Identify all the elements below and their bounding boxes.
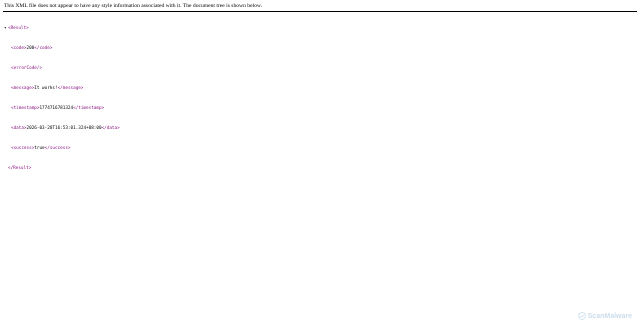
success-element: <success>true</success> [4, 146, 120, 151]
error-code-tag: <errorCode/> [11, 66, 43, 71]
data-open-tag: <data> [11, 126, 27, 131]
timestamp-value: 1774716781324 [39, 106, 74, 111]
message-value: It works! [34, 86, 58, 91]
data-close-tag: </data> [101, 126, 120, 131]
root-close-line: </Result> [4, 166, 120, 171]
root-open-line: ▾<Result> [4, 26, 120, 31]
data-element: <data>2026-03-28T16:53:01.324+08:00</dat… [4, 126, 120, 131]
success-close-tag: </success> [44, 146, 71, 151]
error-code-element: <errorCode/> [4, 66, 120, 71]
code-open-tag: <code> [11, 46, 27, 51]
success-value: true [34, 146, 45, 151]
xml-document-tree: ▾<Result> <code>200</code> <errorCode/> … [4, 16, 120, 176]
code-element: <code>200</code> [4, 46, 120, 51]
message-close-tag: </message> [57, 86, 84, 91]
shield-scan-icon [578, 312, 586, 320]
timestamp-element: <timestamp>1774716781324</timestamp> [4, 106, 120, 111]
header-divider [3, 11, 637, 12]
success-open-tag: <success> [11, 146, 35, 151]
scanmalware-watermark: ScanMalware [578, 312, 632, 320]
timestamp-close-tag: </timestamp> [73, 106, 105, 111]
message-open-tag: <message> [11, 86, 35, 91]
root-close-tag: </Result> [8, 166, 32, 171]
timestamp-open-tag: <timestamp> [11, 106, 40, 111]
xml-style-notice: This XML file does not appear to have an… [4, 3, 262, 9]
data-value: 2026-03-28T16:53:01.324+08:00 [26, 126, 102, 131]
watermark-text: ScanMalware [587, 312, 632, 320]
code-close-tag: </code> [34, 46, 53, 51]
root-open-tag: <Result> [8, 26, 29, 31]
message-element: <message>It works!</message> [4, 86, 120, 91]
